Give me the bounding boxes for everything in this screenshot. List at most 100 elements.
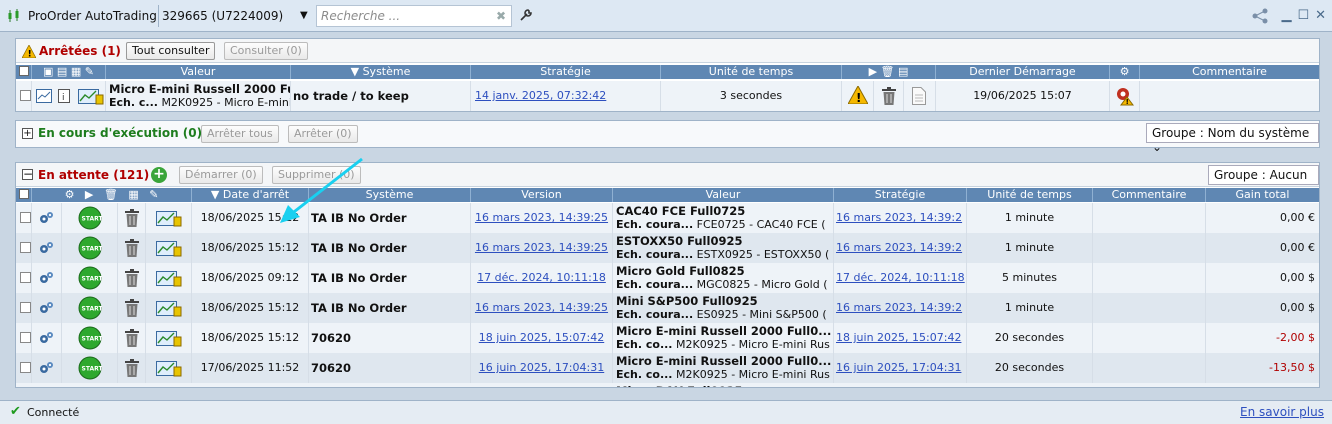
document-icon[interactable] (912, 87, 926, 105)
running-title: En cours d'exécution (0) (38, 126, 203, 140)
stopped-row[interactable]: i Micro E-mini Russell 2000 Fu Ech. c...… (16, 81, 1319, 111)
row-checkbox-cell[interactable] (16, 293, 32, 323)
search-input[interactable]: Recherche ... (316, 5, 512, 27)
col-systeme[interactable]: ▼ Système (291, 65, 471, 79)
col-unite[interactable]: Unité de temps (661, 65, 842, 79)
select-all-checkbox[interactable] (16, 65, 32, 79)
gears-icon[interactable] (39, 360, 55, 376)
warning-icon[interactable]: ! (848, 86, 868, 104)
row-checkbox-cell[interactable] (16, 323, 32, 353)
trash-icon[interactable] (124, 269, 140, 287)
valeur-name: Micro DAX Full0925 (616, 384, 742, 387)
view-all-button[interactable]: Tout consulter (126, 42, 216, 60)
info-icon[interactable]: i (58, 89, 70, 103)
strategie-link[interactable]: 16 mars 2023, 14:39:2 (836, 301, 962, 314)
wrench-icon[interactable] (518, 7, 534, 23)
backtest-chart-icon[interactable] (156, 269, 182, 287)
version-link[interactable]: 16 mars 2023, 14:39:25 (475, 211, 608, 224)
start-icon[interactable]: START (78, 266, 102, 290)
gears-icon[interactable] (39, 210, 55, 226)
select-all-checkbox[interactable] (16, 188, 32, 202)
row-checkbox-cell[interactable] (16, 263, 32, 293)
collapse-icon[interactable]: − (22, 168, 33, 180)
stop-button[interactable]: Arrêter (0) (288, 125, 358, 143)
start-button[interactable]: Démarrer (0) (179, 166, 263, 184)
backtest-chart-icon[interactable] (156, 239, 182, 257)
col-unite[interactable]: Unité de temps (967, 188, 1093, 202)
start-icon[interactable]: START (78, 296, 102, 320)
row-checkbox-cell[interactable] (16, 233, 32, 263)
row-checkbox-cell[interactable] (16, 81, 32, 111)
gear-error-icon[interactable]: ! (1115, 86, 1135, 106)
backtest-chart-icon[interactable] (78, 87, 104, 105)
chevron-down-icon[interactable]: ▼ (300, 10, 308, 21)
version-link[interactable]: 17 déc. 2024, 10:11:18 (477, 271, 606, 284)
commentaire-cell (1093, 293, 1206, 323)
group-select[interactable]: Groupe : Nom du système ⌄ (1146, 123, 1319, 154)
trash-icon[interactable] (124, 209, 140, 227)
col-commentaire[interactable]: Commentaire (1140, 65, 1319, 79)
trash-icon[interactable] (124, 299, 140, 317)
row-checkbox-cell[interactable] (16, 203, 32, 233)
table-row-partial[interactable]: Micro DAX Full0925 (16, 383, 1319, 387)
col-strategie[interactable]: Stratégie (834, 188, 967, 202)
close-icon[interactable]: ✕ (1315, 8, 1326, 23)
col-version[interactable]: Version (471, 188, 613, 202)
gears-icon[interactable] (39, 240, 55, 256)
stop-all-button[interactable]: Arrêter tous (201, 125, 279, 143)
gears-icon[interactable] (39, 330, 55, 346)
start-icon[interactable]: START (78, 206, 102, 230)
gears-icon[interactable] (39, 270, 55, 286)
learn-more-link[interactable]: En savoir plus (1240, 405, 1324, 419)
trash-cell (118, 353, 146, 383)
start-icon[interactable]: START (78, 356, 102, 380)
trash-cell (118, 203, 146, 233)
table-row[interactable]: START 18/06/2025 15:12 TA IB No Order 16… (16, 203, 1319, 233)
version-link[interactable]: 16 mars 2023, 14:39:25 (475, 241, 608, 254)
chart-window-icon[interactable] (36, 89, 52, 103)
trash-icon[interactable] (124, 329, 140, 347)
table-row[interactable]: START 17/06/2025 11:52 70620 16 juin 202… (16, 353, 1319, 383)
backtest-chart-icon[interactable] (156, 299, 182, 317)
maximize-icon[interactable]: ☐ (1297, 8, 1309, 23)
strategie-link[interactable]: 18 juin 2025, 15:07:42 (836, 331, 961, 344)
strategie-link[interactable]: 16 mars 2023, 14:39:2 (836, 211, 962, 224)
row-checkbox-cell[interactable] (16, 353, 32, 383)
strategie-link[interactable]: 16 mars 2023, 14:39:2 (836, 241, 962, 254)
col-valeur[interactable]: Valeur (106, 65, 291, 79)
backtest-chart-icon[interactable] (156, 209, 182, 227)
trash-icon[interactable] (881, 87, 897, 105)
minimize-icon[interactable]: ▁ (1281, 8, 1291, 23)
strategie-cell: 14 janv. 2025, 07:32:42 (471, 81, 661, 111)
version-link[interactable]: 16 juin 2025, 17:04:31 (479, 361, 604, 374)
expand-icon[interactable]: + (22, 128, 33, 139)
start-icon[interactable]: START (78, 326, 102, 350)
clear-icon[interactable]: ✖ (496, 9, 506, 23)
account-select[interactable]: 329665 (U7224009) (162, 9, 283, 23)
trash-icon[interactable] (124, 359, 140, 377)
version-link[interactable]: 16 mars 2023, 14:39:25 (475, 301, 608, 314)
backtest-chart-icon[interactable] (156, 329, 182, 347)
strategie-link[interactable]: 16 juin 2025, 17:04:31 (836, 361, 961, 374)
group-select-pending[interactable]: Groupe : Aucun ⌄ (1208, 165, 1319, 196)
table-row[interactable]: START 18/06/2025 15:12 TA IB No Order 16… (16, 293, 1319, 323)
strategie-link[interactable]: 14 janv. 2025, 07:32:42 (475, 89, 606, 102)
share-icon[interactable] (1250, 7, 1270, 25)
col-commentaire[interactable]: Commentaire (1093, 188, 1206, 202)
start-icon[interactable]: START (78, 236, 102, 260)
gears-icon[interactable] (39, 300, 55, 316)
table-row[interactable]: START 18/06/2025 09:12 TA IB No Order 17… (16, 263, 1319, 293)
version-link[interactable]: 18 juin 2025, 15:07:42 (479, 331, 604, 344)
consult-button[interactable]: Consulter (0) (224, 42, 308, 60)
col-dernier[interactable]: Dernier Démarrage (936, 65, 1110, 79)
backtest-chart-icon[interactable] (156, 359, 182, 377)
add-icon[interactable]: + (151, 167, 167, 183)
col-strategie[interactable]: Stratégie (471, 65, 661, 79)
strategie-link[interactable]: 17 déc. 2024, 10:11:18 (836, 271, 965, 284)
col-valeur[interactable]: Valeur (613, 188, 834, 202)
table-row[interactable]: START 18/06/2025 15:12 TA IB No Order 16… (16, 233, 1319, 263)
trash-icon[interactable] (124, 239, 140, 257)
stopped-column-header: ▣ ▤ ▦ ✎ Valeur ▼ Système Stratégie Unité… (16, 65, 1319, 79)
col-gain[interactable]: Gain total (1206, 188, 1319, 202)
table-row[interactable]: START 18/06/2025 15:12 70620 18 juin 202… (16, 323, 1319, 353)
